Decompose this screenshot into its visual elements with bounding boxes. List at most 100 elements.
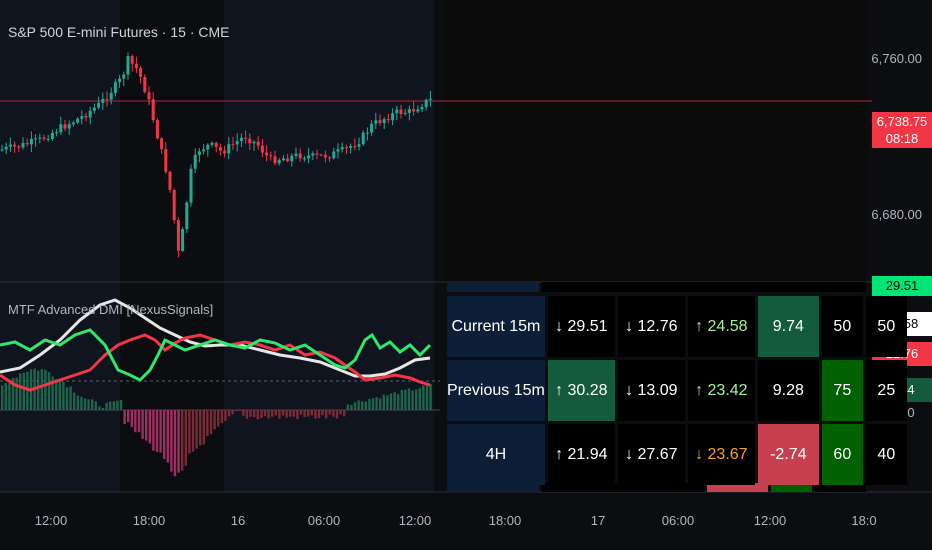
candle-body <box>25 142 29 145</box>
candle-body <box>302 158 306 160</box>
histogram-bar <box>346 404 349 410</box>
histogram-bar <box>332 410 335 417</box>
histogram-bar <box>220 410 223 424</box>
candle-body <box>294 153 298 156</box>
candle-body <box>197 151 201 155</box>
mtf-dmi-table: Current 15m ↓ 29.51 ↓ 12.76 ↑ 24.58 9.74… <box>444 293 910 488</box>
indicator-title[interactable]: MTF Advanced DMI [NexusSignals] <box>8 302 213 317</box>
candle-body <box>378 120 382 124</box>
histogram-bar <box>429 383 432 410</box>
timeframe-label: 4H <box>447 424 545 485</box>
histogram-bar <box>8 383 11 410</box>
bull-score-cell: 50 <box>821 296 863 357</box>
histogram-bar <box>76 395 79 410</box>
histogram-bar <box>191 410 195 452</box>
candle-body <box>71 122 75 125</box>
candle-body <box>46 138 50 140</box>
histogram-bar <box>238 410 241 411</box>
histogram-bar <box>65 387 69 410</box>
histogram-bar <box>296 410 299 420</box>
minus-di-cell: ↓ 13.09 <box>617 360 685 421</box>
dx-cell: 9.74 <box>757 296 819 357</box>
candle-body <box>235 141 239 145</box>
candle-body <box>101 98 105 103</box>
bear-score-cell: 40 <box>865 424 907 485</box>
time-axis-label: 17 <box>590 513 606 528</box>
histogram-bar <box>281 410 285 416</box>
histogram-bar <box>379 398 382 410</box>
histogram-bar <box>397 394 400 410</box>
candle-body <box>34 138 38 140</box>
histogram-bar <box>274 410 277 416</box>
candle-body <box>223 150 227 154</box>
candle-body <box>382 119 386 124</box>
histogram-bar <box>109 401 112 410</box>
histogram-bar <box>227 410 231 417</box>
candle-body <box>273 156 277 164</box>
histogram-bar <box>112 401 115 410</box>
histogram-bar <box>141 410 144 439</box>
histogram-bar <box>159 410 162 453</box>
histogram-bar <box>371 398 375 410</box>
histogram-bar <box>44 369 47 410</box>
candle-body <box>160 138 164 150</box>
histogram-bar <box>418 388 421 410</box>
candle-body <box>424 99 428 108</box>
candle-body <box>176 220 180 251</box>
candle-body <box>248 138 252 144</box>
histogram-bar <box>4 383 7 410</box>
candle-body <box>59 124 63 133</box>
histogram-bar <box>173 410 177 477</box>
histogram-bar <box>22 372 25 410</box>
candle-body <box>143 77 147 93</box>
plus-di-cell: ↑ 30.28 <box>547 360 615 421</box>
histogram-bar <box>148 410 151 444</box>
bull-score-cell: 60 <box>821 424 863 485</box>
histogram-bar <box>361 401 364 410</box>
candle-body <box>256 141 260 146</box>
histogram-bar <box>181 410 184 471</box>
histogram-bar <box>40 369 43 410</box>
timeframe-label: Previous 15m <box>447 360 545 421</box>
table-row: Current 15m ↓ 29.51 ↓ 12.76 ↑ 24.58 9.74… <box>447 296 907 357</box>
candle-body <box>319 154 323 156</box>
histogram-bar <box>289 410 292 417</box>
symbol-title[interactable]: S&P 500 E-mini Futures · 15 · CME <box>8 24 229 40</box>
histogram-bar <box>350 404 353 410</box>
histogram-bar <box>130 410 133 428</box>
histogram-bar <box>343 410 346 417</box>
dx-cell: 9.28 <box>757 360 819 421</box>
histogram-bar <box>317 410 321 419</box>
candle-body <box>105 98 109 100</box>
candle-body <box>277 160 281 164</box>
histogram-bar <box>267 410 270 419</box>
histogram-bar <box>328 410 331 415</box>
session-shade-right <box>444 0 932 282</box>
histogram-bar <box>407 388 411 410</box>
candle-body <box>4 146 8 150</box>
histogram-bar <box>249 410 252 417</box>
histogram-bar <box>62 381 65 410</box>
histogram-bar <box>368 398 371 410</box>
candle-body <box>21 142 25 148</box>
current-price-badge: 6,738.75 08:18 <box>872 112 932 148</box>
histogram-bar <box>195 410 198 449</box>
histogram-bar <box>303 410 306 417</box>
histogram-bar <box>15 377 18 410</box>
candle-body <box>126 56 130 75</box>
histogram-bar <box>325 410 328 419</box>
histogram-bar <box>184 410 187 466</box>
candle-body <box>134 63 138 69</box>
time-axis-label: 16 <box>230 513 246 528</box>
candle-body <box>172 189 176 221</box>
candle-body <box>168 171 172 190</box>
histogram-bar <box>37 370 40 410</box>
candle-body <box>76 118 80 123</box>
price-axis-label: 6,760.00 <box>871 51 922 66</box>
candle-body <box>67 124 71 129</box>
candle-body <box>29 138 33 145</box>
histogram-bar <box>217 410 220 427</box>
candle-body <box>164 149 168 172</box>
histogram-bar <box>393 392 396 410</box>
histogram-bar <box>389 393 393 410</box>
